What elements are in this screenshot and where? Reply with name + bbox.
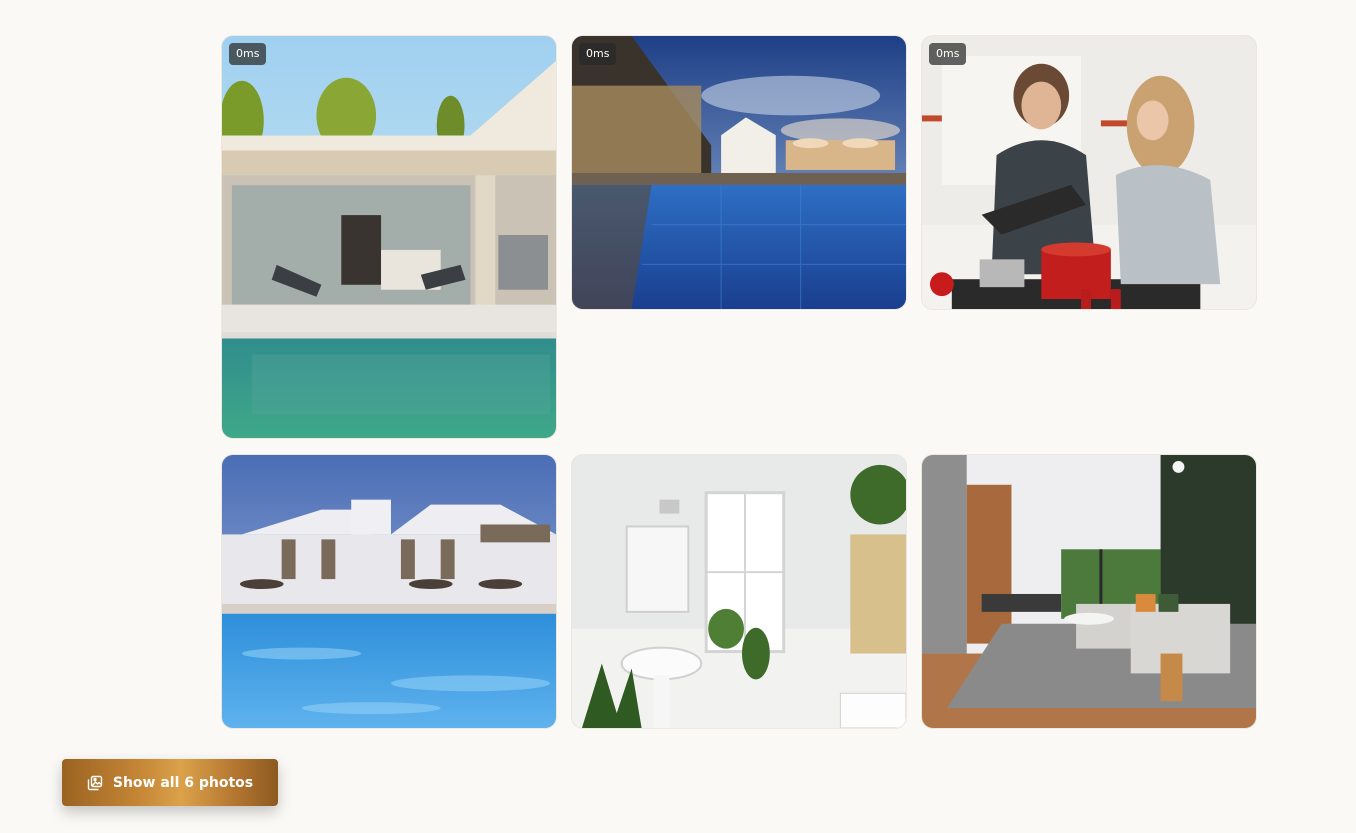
kitchen-couple-image (922, 36, 1256, 309)
show-all-photos-label: Show all 6 photos (112, 774, 254, 791)
show-all-photos-button[interactable]: Show all 6 photos (62, 759, 278, 806)
gallery-photo-villa[interactable]: 0ms (221, 35, 557, 439)
bathroom-image (572, 455, 906, 728)
photo-gallery-icon (87, 775, 103, 791)
resort-building-image (222, 455, 556, 728)
gallery-photo-kitchen-couple[interactable]: 0ms (921, 35, 1257, 310)
resort-pool-image (572, 36, 906, 309)
living-room-image (922, 455, 1256, 728)
load-time-badge: 0ms (579, 43, 617, 65)
gallery-photo-living-room[interactable] (921, 454, 1257, 729)
villa-image (222, 36, 556, 438)
load-time-badge: 0ms (229, 43, 267, 65)
gallery-photo-resort-building[interactable] (221, 454, 557, 729)
load-time-badge: 0ms (929, 43, 967, 65)
gallery-photo-bathroom[interactable] (571, 454, 907, 729)
photo-gallery: 0ms 0ms 0ms (221, 35, 1257, 729)
gallery-photo-resort-pool[interactable]: 0ms (571, 35, 907, 310)
